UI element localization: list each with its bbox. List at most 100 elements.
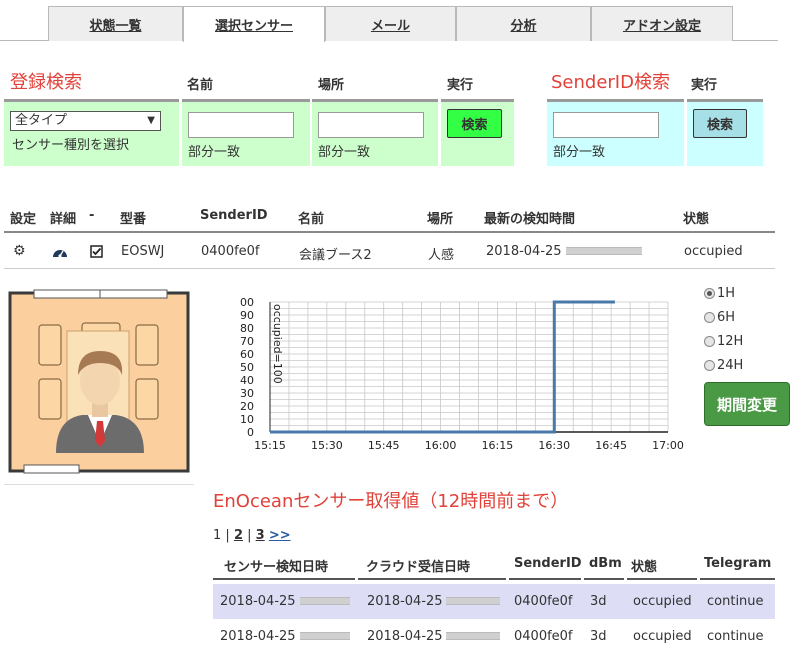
- th-last-detected: 最新の検知時間: [484, 212, 576, 227]
- divider: [509, 578, 581, 580]
- series-label: occupied=100: [271, 304, 284, 384]
- radio-label: 24H: [717, 358, 744, 373]
- row-dbm: 3d: [590, 629, 607, 644]
- tab-bar: 状態一覧 選択センサー メール 分析 アドオン設定: [0, 0, 778, 42]
- chart-x-ticks: 15:15 15:30 15:45 16:00 16:15 16:30 16:45 17:00: [254, 439, 684, 452]
- senderid-input[interactable]: [553, 112, 659, 138]
- row-divider: [4, 268, 775, 269]
- redacted-time: [300, 597, 350, 605]
- y-tick-label: 30: [240, 387, 254, 400]
- divider: [627, 578, 697, 580]
- page-separator: |: [242, 528, 256, 543]
- radio-label: 12H: [717, 334, 744, 349]
- received-time: 2018-04-25: [367, 594, 443, 609]
- th2-status: 状態: [631, 560, 658, 575]
- pagination: 1 | 2 | 3 >>: [213, 528, 291, 543]
- detected-time: 2018-04-25: [220, 594, 296, 609]
- period-option-6h[interactable]: 6H: [704, 310, 735, 325]
- row-dbm: 3d: [590, 594, 607, 609]
- tab-status-list[interactable]: 状態一覧: [48, 6, 183, 41]
- th-settings: 設定: [10, 212, 37, 227]
- received-time: 2018-04-25: [367, 629, 443, 644]
- tab-selected-sensor[interactable]: 選択センサー: [183, 6, 325, 42]
- x-tick-label: 15:30: [311, 439, 343, 452]
- th2-detected: センサー検知日時: [224, 560, 329, 575]
- name-hint: 部分一致: [188, 145, 241, 160]
- y-tick-label: 100: [240, 296, 254, 309]
- room-illustration: [4, 271, 194, 485]
- redacted-time: [300, 632, 350, 640]
- divider: [700, 578, 775, 580]
- place-input[interactable]: [318, 112, 424, 138]
- radio-icon: [704, 312, 715, 323]
- tab-analysis[interactable]: 分析: [456, 6, 591, 41]
- y-tick-label: 90: [240, 309, 254, 322]
- table-row: 2018-04-25 2018-04-25 0400fe0f 3d occupi…: [213, 619, 775, 654]
- sensor-type-hint: センサー種別を選択: [12, 138, 130, 153]
- x-tick-label: 15:45: [368, 439, 400, 452]
- row-status: occupied: [633, 594, 692, 609]
- x-tick-label: 16:30: [538, 439, 570, 452]
- th-dash: -: [89, 208, 95, 223]
- radio-label: 6H: [717, 310, 736, 325]
- sensor-type-select[interactable]: 全タイプ ▼: [10, 111, 161, 131]
- th2-received: クラウド受信日時: [366, 560, 471, 575]
- period-option-24h[interactable]: 24H: [704, 358, 743, 373]
- tab-label: 選択センサー: [214, 19, 293, 34]
- radio-icon: [704, 360, 715, 371]
- senderid-search-button[interactable]: 検索: [693, 109, 747, 138]
- place-hint: 部分一致: [318, 145, 371, 160]
- y-tick-label: 70: [240, 335, 254, 348]
- page-next-link[interactable]: >>: [269, 528, 291, 543]
- sensor-name: 会議ブース2: [299, 248, 372, 263]
- x-tick-label: 16:45: [595, 439, 627, 452]
- th-senderid: SenderID: [200, 208, 268, 223]
- tab-label: アドオン設定: [622, 18, 701, 34]
- change-period-button[interactable]: 期間変更: [704, 382, 790, 426]
- y-tick-label: 60: [240, 348, 254, 361]
- th2-telegram: Telegram: [704, 556, 772, 571]
- tab-mail[interactable]: メール: [325, 6, 456, 41]
- th-model: 型番: [120, 212, 147, 227]
- name-input[interactable]: [188, 112, 294, 138]
- redacted-time: [446, 632, 500, 640]
- th-status: 状態: [683, 212, 710, 227]
- period-option-12h[interactable]: 12H: [704, 334, 743, 349]
- checkbox-checked-icon[interactable]: [90, 245, 103, 258]
- x-tick-label: 15:15: [254, 439, 286, 452]
- detected-time: 2018-04-25: [220, 629, 296, 644]
- period-option-1h[interactable]: 1H: [704, 286, 735, 301]
- gear-icon[interactable]: ⚙: [13, 243, 26, 259]
- row-telegram: continue: [707, 629, 764, 644]
- y-tick-label: 50: [240, 361, 254, 374]
- x-tick-label: 16:15: [482, 439, 514, 452]
- select-value: 全タイプ: [15, 113, 68, 128]
- sensor-senderid: 0400fe0f: [201, 244, 260, 259]
- sensor-status: occupied: [684, 244, 743, 259]
- y-tick-label: 0: [247, 426, 254, 439]
- radio-label: 1H: [717, 286, 736, 301]
- page-link-3[interactable]: 3: [256, 528, 265, 543]
- y-tick-label: 80: [240, 322, 254, 335]
- meeting-room-image: [8, 289, 190, 474]
- senderid-hint: 部分一致: [553, 145, 606, 160]
- x-tick-label: 16:00: [425, 439, 457, 452]
- sensor-place: 人感: [428, 248, 455, 263]
- col-exec-header: 実行: [447, 78, 474, 93]
- senderid-search-title: SenderID検索: [551, 72, 670, 93]
- y-tick-label: 10: [240, 413, 254, 426]
- senderid-exec-header: 実行: [691, 78, 718, 93]
- row-status: occupied: [633, 629, 692, 644]
- registry-search-button[interactable]: 検索: [447, 109, 502, 138]
- dashboard-icon[interactable]: [51, 245, 69, 259]
- th-place: 場所: [427, 212, 454, 227]
- tab-addon-settings[interactable]: アドオン設定: [591, 6, 733, 41]
- tab-label: 状態一覧: [89, 18, 142, 34]
- redacted-time: [566, 247, 642, 255]
- y-tick-label: 40: [240, 374, 254, 387]
- table-row: 2018-04-25 2018-04-25 0400fe0f 3d occupi…: [213, 584, 775, 619]
- row-senderid: 0400fe0f: [514, 594, 573, 609]
- radio-icon: [704, 336, 715, 347]
- page-link-2[interactable]: 2: [234, 528, 243, 543]
- row-telegram: continue: [707, 594, 764, 609]
